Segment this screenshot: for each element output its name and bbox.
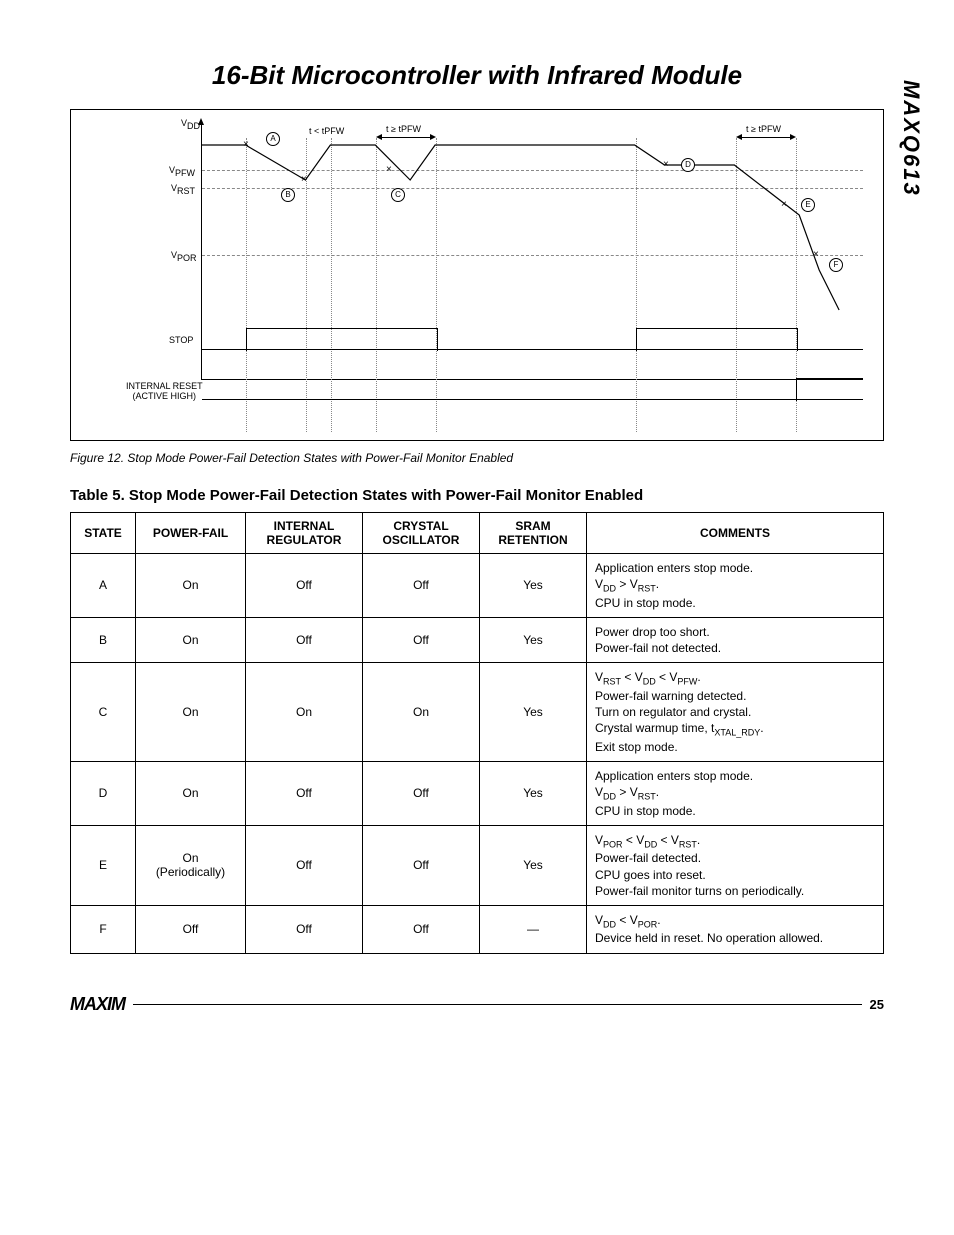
table-row: AOnOffOffYesApplication enters stop mode… xyxy=(71,554,884,618)
part-number: MAXQ613 xyxy=(898,80,924,197)
cell-reg: Off xyxy=(246,825,363,905)
cell-comments: VRST < VDD < VPFW.Power-fail warning det… xyxy=(587,663,884,762)
th-state: STATE xyxy=(71,513,136,554)
cell-reg: Off xyxy=(246,617,363,662)
cell-reg: Off xyxy=(246,554,363,618)
cell-osc: Off xyxy=(363,554,480,618)
table-row: DOnOffOffYesApplication enters stop mode… xyxy=(71,761,884,825)
cell-pf: On xyxy=(136,663,246,762)
cell-comments: Application enters stop mode.VDD > VRST.… xyxy=(587,761,884,825)
cell-pf: On(Periodically) xyxy=(136,825,246,905)
cell-pf: On xyxy=(136,554,246,618)
marker-b: B xyxy=(281,188,295,202)
cell-comments: VDD < VPOR.Device held in reset. No oper… xyxy=(587,905,884,953)
th-regulator: INTERNAL REGULATOR xyxy=(246,513,363,554)
cell-comments: VPOR < VDD < VRST.Power-fail detected.CP… xyxy=(587,825,884,905)
cell-state: E xyxy=(71,825,136,905)
reset-label: INTERNAL RESET(ACTIVE HIGH) xyxy=(126,382,196,402)
th-powerfail: POWER-FAIL xyxy=(136,513,246,554)
cell-reg: Off xyxy=(246,905,363,953)
table-title: Table 5. Stop Mode Power-Fail Detection … xyxy=(70,487,884,504)
stop-label: STOP xyxy=(169,335,193,345)
th-sram: SRAM RETENTION xyxy=(480,513,587,554)
cell-sram: Yes xyxy=(480,617,587,662)
cell-state: D xyxy=(71,761,136,825)
marker-c: C xyxy=(391,188,405,202)
page-number: 25 xyxy=(870,997,884,1012)
cell-osc: On xyxy=(363,663,480,762)
page-title: 16-Bit Microcontroller with Infrared Mod… xyxy=(70,60,884,91)
cell-osc: Off xyxy=(363,825,480,905)
maxim-logo: MAXIM xyxy=(70,994,125,1015)
cell-sram: Yes xyxy=(480,825,587,905)
cell-pf: Off xyxy=(136,905,246,953)
cell-sram: Yes xyxy=(480,554,587,618)
cell-osc: Off xyxy=(363,761,480,825)
cell-sram: — xyxy=(480,905,587,953)
cell-state: C xyxy=(71,663,136,762)
marker-d: D xyxy=(681,158,695,172)
table-row: FOffOffOff—VDD < VPOR.Device held in res… xyxy=(71,905,884,953)
cell-reg: On xyxy=(246,663,363,762)
table-row: BOnOffOffYesPower drop too short.Power-f… xyxy=(71,617,884,662)
cell-pf: On xyxy=(136,617,246,662)
cell-reg: Off xyxy=(246,761,363,825)
cell-sram: Yes xyxy=(480,761,587,825)
marker-a: A xyxy=(266,132,280,146)
cell-pf: On xyxy=(136,761,246,825)
cell-state: F xyxy=(71,905,136,953)
marker-e: E xyxy=(801,198,815,212)
cell-sram: Yes xyxy=(480,663,587,762)
page-footer: MAXIM 25 xyxy=(70,994,884,1015)
table-row: COnOnOnYesVRST < VDD < VPFW.Power-fail w… xyxy=(71,663,884,762)
figure-12: VDD VPFW VRST VPOR t < tPFW t ≥ tPFW t ≥… xyxy=(70,109,884,441)
cell-osc: Off xyxy=(363,905,480,953)
figure-caption: Figure 12. Stop Mode Power-Fail Detectio… xyxy=(70,451,884,465)
states-table: STATE POWER-FAIL INTERNAL REGULATOR CRYS… xyxy=(70,512,884,954)
cell-comments: Application enters stop mode.VDD > VRST.… xyxy=(587,554,884,618)
th-comments: COMMENTS xyxy=(587,513,884,554)
cell-osc: Off xyxy=(363,617,480,662)
table-header-row: STATE POWER-FAIL INTERNAL REGULATOR CRYS… xyxy=(71,513,884,554)
cell-state: B xyxy=(71,617,136,662)
marker-f: F xyxy=(829,258,843,272)
table-row: EOn(Periodically)OffOffYesVPOR < VDD < V… xyxy=(71,825,884,905)
cell-state: A xyxy=(71,554,136,618)
th-oscillator: CRYSTAL OSCILLATOR xyxy=(363,513,480,554)
cell-comments: Power drop too short.Power-fail not dete… xyxy=(587,617,884,662)
